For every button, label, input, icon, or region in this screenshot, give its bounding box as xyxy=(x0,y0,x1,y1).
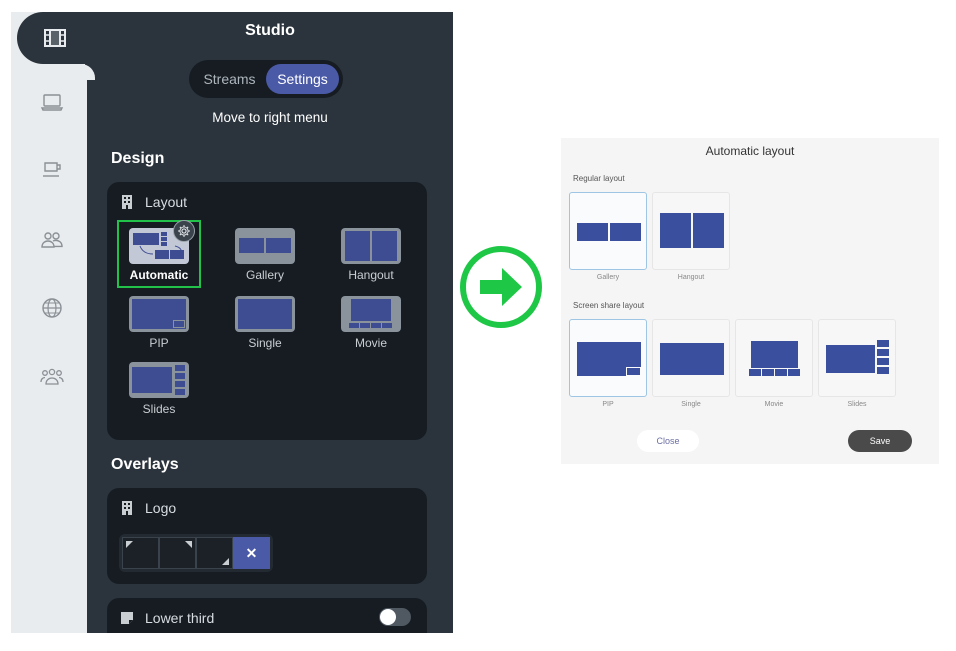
layout-option-label: Hangout xyxy=(348,268,394,282)
note-icon xyxy=(121,612,133,624)
layout-option-label: PIP xyxy=(149,336,169,350)
sidebar-item-participants[interactable] xyxy=(11,220,93,260)
lower-third-title: Lower third xyxy=(145,610,215,626)
group-icon xyxy=(40,368,64,385)
close-icon: ✕ xyxy=(245,544,258,561)
tab-settings[interactable]: Settings xyxy=(266,64,339,94)
layout-option-label: Single xyxy=(248,336,282,350)
slides-thumbnail xyxy=(129,362,189,398)
app-title: Studio xyxy=(245,22,295,39)
layout-option-automatic[interactable]: Automatic xyxy=(117,220,201,288)
arrow-right-circle-icon xyxy=(460,246,542,328)
automatic-thumbnail xyxy=(129,220,195,264)
logo-position-bottom-right[interactable] xyxy=(196,537,233,569)
movie-thumbnail xyxy=(341,296,401,332)
logo-position-top-left[interactable] xyxy=(122,537,159,569)
layout-option-label: Slides xyxy=(142,402,176,416)
toggle-knob xyxy=(380,609,396,625)
single-thumbnail xyxy=(235,296,295,332)
film-icon xyxy=(44,29,66,47)
move-to-right-menu-link[interactable]: Move to right menu xyxy=(87,110,453,125)
lower-third-header: Lower third xyxy=(121,610,214,626)
logo-position-none[interactable]: ✕ xyxy=(233,537,270,569)
regular-option-hangout[interactable] xyxy=(652,192,730,270)
close-button[interactable]: Close xyxy=(637,430,699,452)
layout-option-movie[interactable]: Movie xyxy=(329,290,413,358)
screenshare-option-label: Movie xyxy=(764,401,784,408)
hangout-thumbnail xyxy=(341,228,401,264)
stage: Studio Streams Settings Move to right me… xyxy=(0,0,956,651)
screenshare-option-label: Slides xyxy=(847,401,867,408)
automatic-layout-dialog: Automatic layout Regular layout Gallery … xyxy=(561,138,939,464)
tab-streams[interactable]: Streams xyxy=(193,64,266,94)
regular-option-label: Hangout xyxy=(677,274,705,281)
design-heading: Design xyxy=(111,150,165,167)
corner-top-right-icon xyxy=(185,541,192,548)
building-icon xyxy=(122,195,132,209)
lower-third-card: Lower third xyxy=(107,598,427,633)
layout-option-label: Movie xyxy=(354,336,387,350)
layout-card-title-text: Layout xyxy=(145,194,188,210)
overlays-heading: Overlays xyxy=(111,456,179,473)
logo-card: Logo ✕ xyxy=(107,488,427,584)
corner-top-left-icon xyxy=(126,541,133,548)
screenshare-option-label: Single xyxy=(681,401,701,408)
regular-option-gallery[interactable] xyxy=(569,192,647,270)
logo-position-top-right[interactable] xyxy=(159,537,196,569)
logo-card-title: Logo xyxy=(145,500,177,516)
view-tabs: Streams Settings xyxy=(189,60,343,98)
sidebar-rail xyxy=(11,12,99,633)
studio-panel: Studio Streams Settings Move to right me… xyxy=(11,12,453,633)
dialog-title: Automatic layout xyxy=(705,144,795,158)
gear-icon xyxy=(178,225,190,237)
people-icon xyxy=(41,232,63,248)
regular-layout-heading: Regular layout xyxy=(573,174,625,183)
layout-card-header: Layout xyxy=(121,194,187,210)
sidebar-item-studio[interactable] xyxy=(17,12,99,78)
layout-option-gallery[interactable]: Gallery xyxy=(223,222,307,290)
screenshare-option-label: PIP xyxy=(602,401,614,408)
layout-option-single[interactable]: Single xyxy=(223,290,307,358)
globe-icon xyxy=(42,298,62,318)
logo-position-group: ✕ xyxy=(119,534,273,572)
lower-third-toggle[interactable] xyxy=(379,608,411,626)
layout-option-hangout[interactable]: Hangout xyxy=(329,222,413,290)
layout-card: Layout Automatic Gallery Hangout PIP Sin… xyxy=(107,182,427,440)
automatic-settings-button[interactable] xyxy=(173,220,195,242)
layout-option-label: Gallery xyxy=(245,268,284,282)
sidebar-item-web[interactable] xyxy=(11,288,93,328)
regular-option-label: Gallery xyxy=(596,274,620,281)
layout-option-slides[interactable]: Slides xyxy=(117,356,201,424)
layout-option-label: Automatic xyxy=(129,268,189,282)
sidebar-item-audience[interactable] xyxy=(11,357,93,397)
corner-bottom-right-icon xyxy=(222,558,229,565)
save-button[interactable]: Save xyxy=(848,430,912,452)
laptop-icon xyxy=(40,94,64,111)
settings-main: Studio Streams Settings Move to right me… xyxy=(87,12,453,633)
sidebar-item-break[interactable] xyxy=(11,150,93,190)
screen-share-layout-heading: Screen share layout xyxy=(573,301,645,310)
gallery-thumbnail xyxy=(235,228,295,264)
screenshare-option-pip[interactable] xyxy=(569,319,647,397)
screenshare-option-single[interactable] xyxy=(652,319,730,397)
layout-option-pip[interactable]: PIP xyxy=(117,290,201,358)
sidebar-item-screen[interactable] xyxy=(11,82,93,122)
cup-icon xyxy=(43,162,61,177)
pip-thumbnail xyxy=(129,296,189,332)
screenshare-option-movie[interactable] xyxy=(735,319,813,397)
building-icon xyxy=(122,501,132,515)
logo-card-header: Logo xyxy=(121,500,176,516)
screenshare-option-slides[interactable] xyxy=(818,319,896,397)
